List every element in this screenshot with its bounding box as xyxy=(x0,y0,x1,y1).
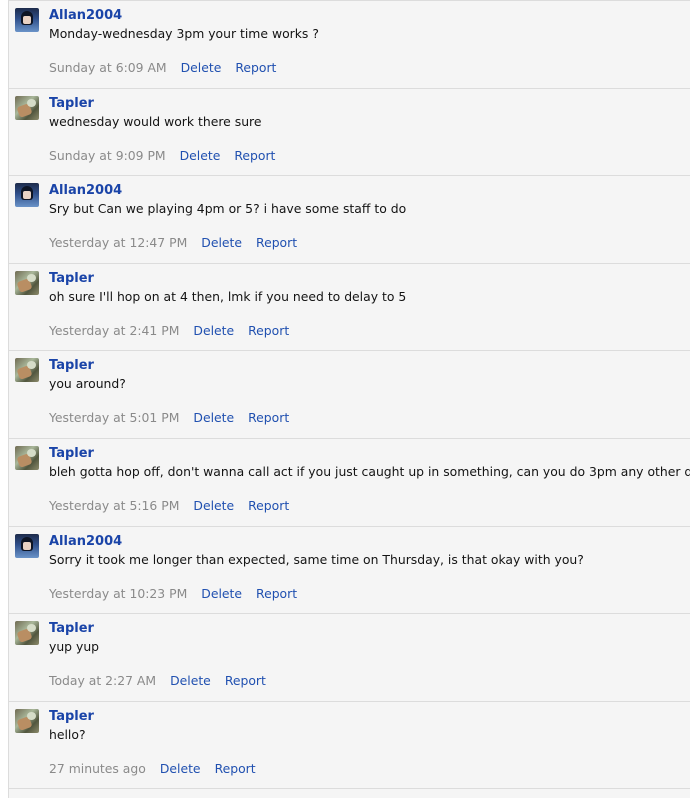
message-meta: Sunday at 6:09 AM Delete Report xyxy=(49,60,290,76)
message-author[interactable]: Tapler xyxy=(49,358,94,374)
message-timestamp[interactable]: Today at 2:27 AM xyxy=(49,673,156,688)
message-meta: Yesterday at 5:01 PM Delete Report xyxy=(49,410,303,426)
delete-link[interactable]: Delete xyxy=(180,148,221,163)
message-timestamp[interactable]: Yesterday at 5:16 PM xyxy=(49,498,179,513)
message-text: Sry but Can we playing 4pm or 5? i have … xyxy=(49,201,407,217)
message-text: wednesday would work there sure xyxy=(49,113,262,129)
avatar[interactable] xyxy=(15,621,39,646)
message-meta: Sunday at 9:09 PM Delete Report xyxy=(49,148,289,164)
message-item: Allan2004 Sorry it took me longer than e… xyxy=(9,527,690,615)
report-link[interactable]: Report xyxy=(234,148,275,163)
message-meta: Yesterday at 5:16 PM Delete Report xyxy=(49,498,303,514)
message-text: Monday-wednesday 3pm your time works ? xyxy=(49,26,319,41)
message-meta: Today at 2:27 AM Delete Report xyxy=(49,673,280,689)
message-text: bleh gotta hop off, don't wanna call act… xyxy=(49,463,690,479)
delete-link[interactable]: Delete xyxy=(193,323,234,338)
delete-link[interactable]: Delete xyxy=(201,235,242,250)
message-author[interactable]: Allan2004 xyxy=(49,183,122,199)
message-author[interactable]: Tapler xyxy=(49,621,94,637)
avatar[interactable] xyxy=(15,445,39,470)
avatar[interactable] xyxy=(15,708,39,733)
message-author[interactable]: Tapler xyxy=(49,271,94,287)
message-text: yup yup xyxy=(49,639,100,655)
delete-link[interactable]: Delete xyxy=(201,586,242,601)
avatar[interactable] xyxy=(15,8,39,32)
message-author[interactable]: Tapler xyxy=(49,709,94,725)
report-link[interactable]: Report xyxy=(256,235,297,250)
avatar[interactable] xyxy=(15,95,39,120)
delete-link[interactable]: Delete xyxy=(170,673,211,688)
message-timestamp[interactable]: Yesterday at 5:01 PM xyxy=(49,410,179,425)
message-timestamp[interactable]: Yesterday at 10:23 PM xyxy=(49,586,187,601)
message-meta: Yesterday at 10:23 PM Delete Report xyxy=(49,586,311,602)
message-timestamp[interactable]: Sunday at 6:09 AM xyxy=(49,60,167,75)
delete-link[interactable]: Delete xyxy=(160,761,201,776)
message-text: Sorry it took me longer than expected, s… xyxy=(49,551,584,567)
avatar[interactable] xyxy=(15,533,39,558)
message-item: Tapler yup yup Today at 2:27 AM Delete Rep… xyxy=(9,614,690,702)
message-item: Allan2004 Monday-wednesday 3pm your time… xyxy=(9,1,690,89)
message-author[interactable]: Tapler xyxy=(49,446,94,462)
avatar[interactable] xyxy=(15,183,39,208)
report-link[interactable]: Report xyxy=(235,60,276,75)
report-link[interactable]: Report xyxy=(248,498,289,513)
report-link[interactable]: Report xyxy=(215,761,256,776)
delete-link[interactable]: Delete xyxy=(193,410,234,425)
message-author[interactable]: Tapler xyxy=(49,96,94,112)
delete-link[interactable]: Delete xyxy=(193,498,234,513)
message-item: Tapler wednesday would work there sure S… xyxy=(9,89,690,177)
conversation-thread: Allan2004 Monday-wednesday 3pm your time… xyxy=(8,0,690,798)
message-item: Tapler hello? 27 minutes ago Delete Report xyxy=(9,702,690,790)
message-item: Tapler bleh gotta hop off, don't wanna c… xyxy=(9,439,690,527)
message-text: you around? xyxy=(49,376,126,392)
report-link[interactable]: Report xyxy=(225,673,266,688)
report-link[interactable]: Report xyxy=(256,586,297,601)
message-item: Tapler you around? Yesterday at 5:01 PM D… xyxy=(9,351,690,439)
message-timestamp[interactable]: Sunday at 9:09 PM xyxy=(49,148,166,163)
message-timestamp[interactable]: Yesterday at 2:41 PM xyxy=(49,323,179,338)
message-meta: Yesterday at 12:47 PM Delete Report xyxy=(49,235,311,251)
message-item: Tapler oh sure I'll hop on at 4 then, lm… xyxy=(9,264,690,352)
message-author[interactable]: Allan2004 xyxy=(49,8,122,24)
report-link[interactable]: Report xyxy=(248,410,289,425)
message-timestamp[interactable]: 27 minutes ago xyxy=(49,761,146,776)
delete-link[interactable]: Delete xyxy=(181,60,222,75)
message-author[interactable]: Allan2004 xyxy=(49,534,122,550)
avatar[interactable] xyxy=(15,358,39,383)
report-link[interactable]: Report xyxy=(248,323,289,338)
message-text: oh sure I'll hop on at 4 then, lmk if yo… xyxy=(49,288,407,304)
message-meta: Yesterday at 2:41 PM Delete Report xyxy=(49,323,303,339)
avatar[interactable] xyxy=(15,270,39,295)
message-timestamp[interactable]: Yesterday at 12:47 PM xyxy=(49,235,187,250)
message-text: hello? xyxy=(49,726,86,742)
message-item: Allan2004 Sry but Can we playing 4pm or … xyxy=(9,176,690,264)
message-meta: 27 minutes ago Delete Report xyxy=(49,761,270,777)
